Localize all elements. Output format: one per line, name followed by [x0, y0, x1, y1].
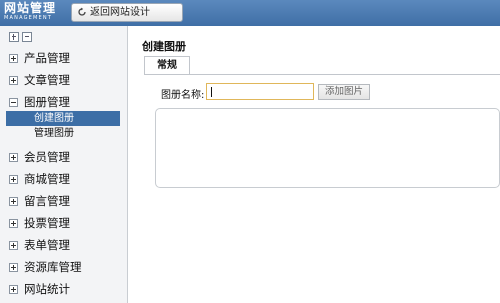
brand-subtitle: MANAGEMENT	[4, 15, 53, 21]
sidebar-item-shop[interactable]: 商城管理	[0, 169, 127, 189]
refresh-icon	[78, 7, 86, 16]
tab-general[interactable]: 常规	[144, 56, 190, 75]
sidebar-item-label: 图册管理	[24, 95, 70, 109]
sidebar-item-label: 会员管理	[24, 150, 70, 164]
sidebar-item-label: 商城管理	[24, 172, 70, 186]
add-image-button[interactable]: 添加图片	[318, 84, 370, 100]
brand-logo: 网站管理 MANAGEMENT	[4, 1, 64, 25]
expand-icon[interactable]	[9, 54, 18, 63]
expand-all-icon[interactable]	[9, 32, 19, 42]
sidebar-item-label: 资源库管理	[24, 260, 82, 274]
sidebar-item-label: 表单管理	[24, 238, 70, 252]
sidebar-item-label: 留言管理	[24, 194, 70, 208]
sidebar-subitem-manage-albums[interactable]: 管理图册	[6, 126, 120, 141]
sidebar-item-label: 投票管理	[24, 216, 70, 230]
album-name-input[interactable]	[206, 83, 314, 100]
sidebar-item-albums[interactable]: 图册管理	[0, 92, 127, 112]
sidebar-item-votes[interactable]: 投票管理	[0, 213, 127, 233]
sidebar-item-members[interactable]: 会员管理	[0, 147, 127, 167]
sidebar-subitem-create-album[interactable]: 创建图册	[6, 111, 120, 126]
sidebar-item-label: 文章管理	[24, 73, 70, 87]
main-content: 创建图册 常规 图册名称: 添加图片	[128, 26, 500, 303]
image-list-panel	[155, 108, 500, 188]
expand-icon[interactable]	[9, 285, 18, 294]
page-title: 创建图册	[142, 40, 186, 53]
album-name-label: 图册名称:	[161, 90, 205, 101]
expand-icon[interactable]	[9, 76, 18, 85]
back-button-label: 返回网站设计	[90, 7, 150, 18]
sidebar-item-label: 网站统计	[24, 282, 70, 296]
sidebar-item-articles[interactable]: 文章管理	[0, 70, 127, 90]
tab-divider	[144, 74, 500, 75]
sidebar-item-forms[interactable]: 表单管理	[0, 235, 127, 255]
sidebar: 产品管理 文章管理 图册管理 创建图册 管理图册 会员管理 商城管理 留言管理 …	[0, 26, 128, 303]
expand-icon[interactable]	[9, 241, 18, 250]
expand-icon[interactable]	[9, 197, 18, 206]
expand-icon[interactable]	[9, 219, 18, 228]
expand-icon[interactable]	[9, 175, 18, 184]
collapse-all-icon[interactable]	[22, 32, 32, 42]
top-header: 网站管理 MANAGEMENT 返回网站设计	[0, 0, 500, 26]
back-to-site-design-button[interactable]: 返回网站设计	[71, 3, 183, 22]
collapse-icon[interactable]	[9, 98, 18, 107]
sidebar-item-messages[interactable]: 留言管理	[0, 191, 127, 211]
sidebar-item-resources[interactable]: 资源库管理	[0, 257, 127, 277]
sidebar-item-label: 产品管理	[24, 51, 70, 65]
sidebar-item-statistics[interactable]: 网站统计	[0, 279, 127, 299]
text-caret	[211, 87, 212, 97]
brand-title: 网站管理	[4, 1, 57, 15]
expand-icon[interactable]	[9, 153, 18, 162]
sidebar-item-products[interactable]: 产品管理	[0, 48, 127, 68]
expand-icon[interactable]	[9, 263, 18, 272]
